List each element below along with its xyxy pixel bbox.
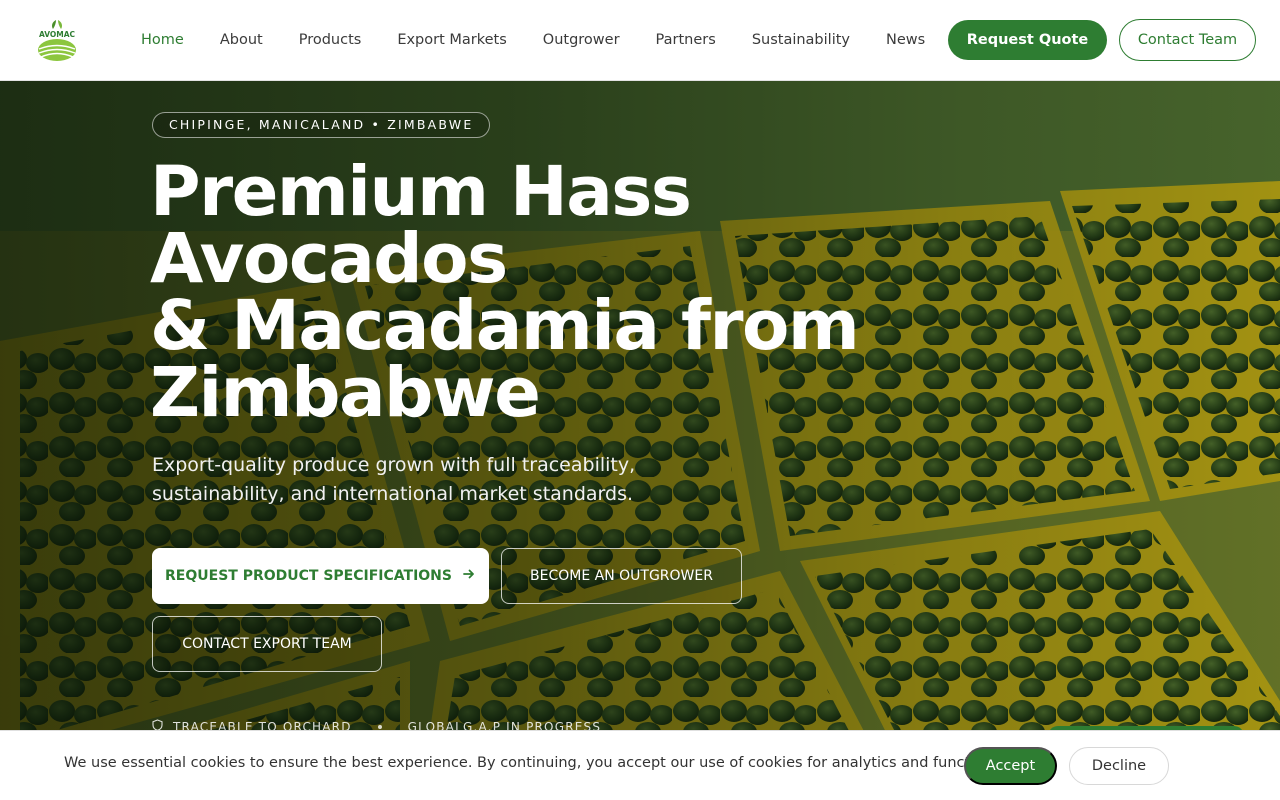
hero-title-line: Avocados	[150, 219, 508, 299]
request-product-specifications-button[interactable]: REQUEST PRODUCT SPECIFICATIONS	[152, 548, 489, 604]
arrow-right-icon	[462, 567, 476, 585]
nav-item-partners[interactable]: Partners	[638, 32, 734, 48]
nav-item-outgrower[interactable]: Outgrower	[525, 32, 638, 48]
site-header: AVOMAC Home About Products Export Market…	[0, 0, 1280, 81]
logo-text: AVOMAC	[39, 30, 76, 39]
hero-title: Premium Hass Avocados & Macadamia from Z…	[150, 152, 910, 433]
cookie-accept-button[interactable]: Accept	[964, 747, 1057, 785]
nav-item-export-markets[interactable]: Export Markets	[379, 32, 524, 48]
hero-title-line: Zimbabwe	[150, 353, 541, 433]
separator-dot	[377, 724, 382, 729]
request-quote-button[interactable]: Request Quote	[948, 20, 1107, 60]
cookie-decline-button[interactable]: Decline	[1069, 747, 1169, 785]
cookie-banner: We use essential cookies to ensure the b…	[0, 730, 1280, 800]
nav-item-home[interactable]: Home	[123, 32, 202, 48]
nav-item-products[interactable]: Products	[281, 32, 380, 48]
become-outgrower-button[interactable]: BECOME AN OUTGROWER	[501, 548, 742, 604]
hero-subtitle: Export-quality produce grown with full t…	[152, 454, 636, 505]
main-nav: Home About Products Export Markets Outgr…	[123, 0, 943, 80]
avocado-leaf-logo-icon[interactable]: AVOMAC	[34, 16, 80, 64]
contact-export-team-button[interactable]: CONTACT EXPORT TEAM	[152, 616, 382, 672]
location-badge: CHIPINGE, MANICALAND • ZIMBABWE	[152, 112, 491, 138]
contact-team-button[interactable]: Contact Team	[1119, 19, 1256, 61]
cookie-message: We use essential cookies to ensure the b…	[64, 755, 1027, 771]
nav-item-about[interactable]: About	[202, 32, 281, 48]
hero-section: CHIPINGE, MANICALAND • ZIMBABWE Premium …	[0, 81, 1280, 800]
request-specifications-label: REQUEST PRODUCT SPECIFICATIONS	[165, 568, 452, 584]
hero-title-line: Premium Hass	[150, 152, 692, 232]
nav-item-sustainability[interactable]: Sustainability	[734, 32, 868, 48]
nav-item-news[interactable]: News	[868, 32, 943, 48]
hero-title-line: & Macadamia from	[150, 286, 860, 366]
